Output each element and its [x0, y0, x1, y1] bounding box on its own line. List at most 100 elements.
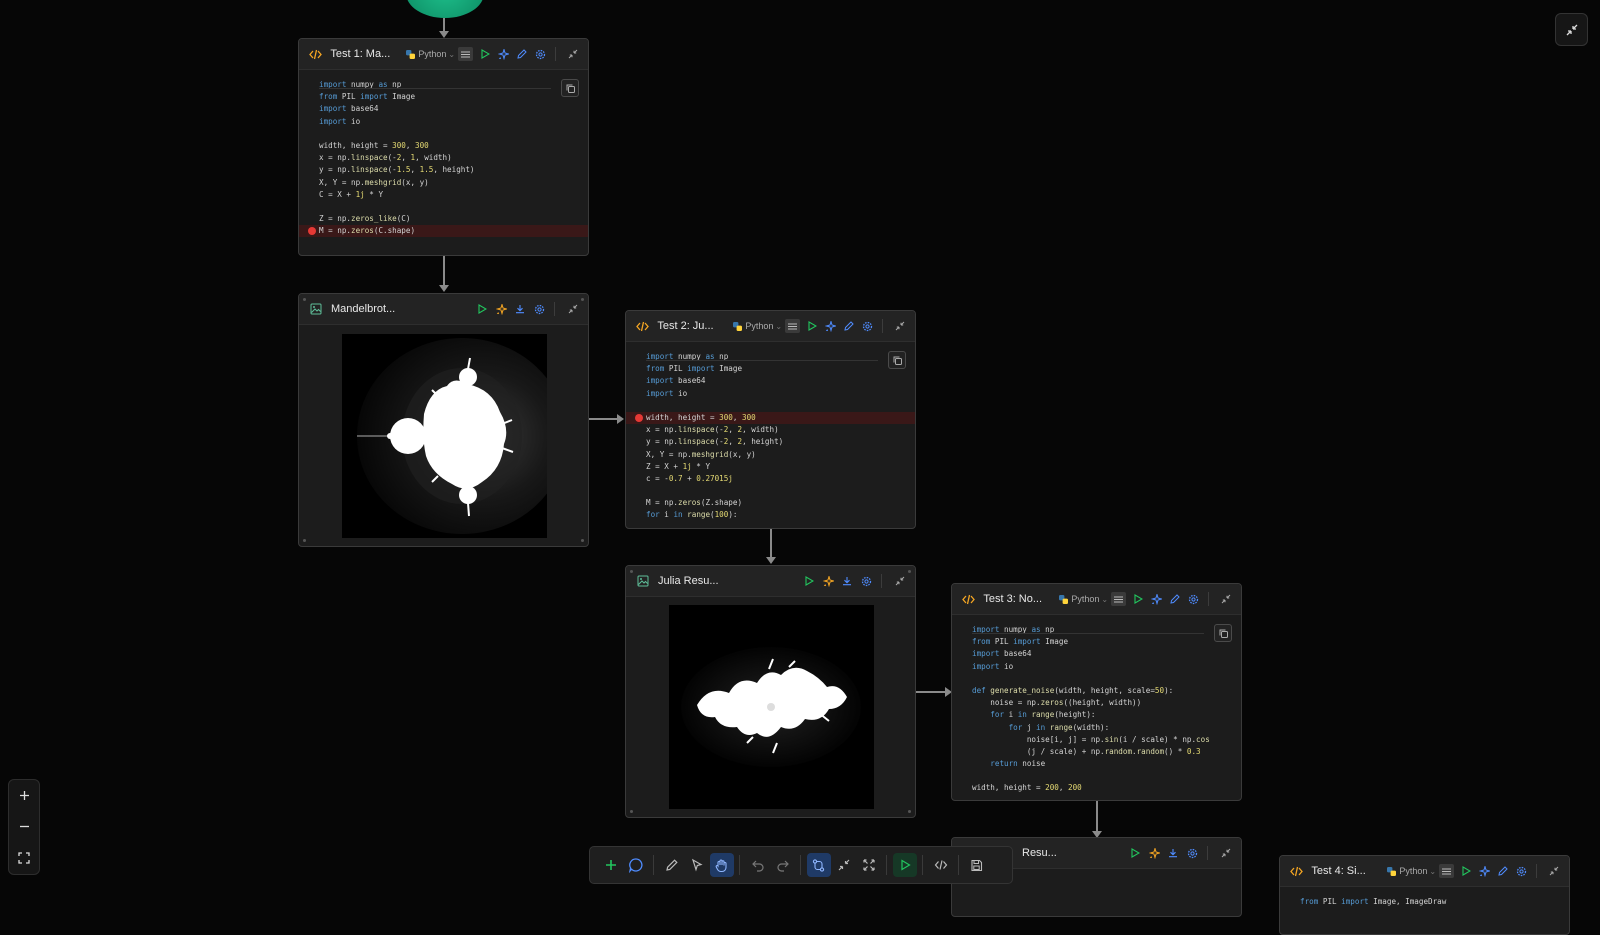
outline-list-icon[interactable] [1439, 864, 1455, 878]
code-line[interactable]: import io [319, 116, 578, 128]
code-line[interactable]: for i in range(height): [972, 709, 1231, 721]
code-line[interactable]: C = X + 1j * Y [319, 189, 578, 201]
collapse-node-icon[interactable] [893, 574, 907, 588]
code-line[interactable]: import base64 [972, 648, 1231, 660]
code-line[interactable]: return noise [972, 758, 1231, 770]
run-all-button[interactable] [892, 853, 917, 877]
node-title[interactable]: Test 1: Ma... [330, 48, 392, 60]
edit-icon[interactable] [1496, 864, 1509, 878]
add-node-button[interactable] [599, 853, 623, 877]
node-title[interactable]: Julia Resu... [658, 575, 720, 587]
code-line[interactable]: y = np.linspace(-2, 2, height) [646, 436, 905, 448]
code-line[interactable]: (j / scale) + np.random.random() * 0.3 [972, 746, 1231, 758]
code-editor[interactable]: import numpy as np from PIL import Image i… [626, 342, 915, 528]
ai-sparkle-icon[interactable] [1147, 846, 1161, 860]
node-header[interactable]: Test 1: Ma... Python ⌄ [299, 39, 588, 70]
run-icon[interactable] [1459, 864, 1472, 878]
code-line[interactable]: M = np.zeros(Z.shape) [646, 497, 905, 509]
run-icon[interactable] [1128, 846, 1142, 860]
code-line[interactable]: import base64 [319, 103, 578, 115]
settings-gear-icon[interactable] [1185, 846, 1199, 860]
settings-gear-icon[interactable] [1514, 864, 1527, 878]
node-title[interactable]: Test 3: No... [983, 593, 1045, 605]
comment-button[interactable] [624, 853, 648, 877]
settings-gear-icon[interactable] [860, 319, 873, 333]
ai-sparkle-icon[interactable] [821, 574, 835, 588]
code-line[interactable]: noise[i, j] = np.sin(i / scale) * np.cos [972, 734, 1231, 746]
language-selector[interactable]: Python ⌄ [1387, 866, 1436, 876]
copy-code-icon[interactable] [1214, 624, 1232, 642]
code-line[interactable]: from PIL import Image [646, 363, 905, 375]
node-title[interactable]: Resu... [1022, 847, 1084, 859]
code-line[interactable]: import numpy as np [972, 624, 1231, 636]
code-line[interactable]: x = np.linspace(-2, 2, width) [646, 424, 905, 436]
code-line[interactable]: Z = X + 1j * Y [646, 461, 905, 473]
outline-list-icon[interactable] [785, 319, 801, 333]
image-node-mandelbrot[interactable]: Mandelbrot... [298, 293, 589, 547]
settings-gear-icon[interactable] [533, 47, 546, 61]
draw-pencil-button[interactable] [660, 853, 684, 877]
run-icon[interactable] [478, 47, 491, 61]
code-node-test4[interactable]: Test 4: Si... Python ⌄ from PIL import I… [1279, 855, 1570, 935]
code-line[interactable]: def generate_noise(width, height, scale=… [972, 685, 1231, 697]
code-line[interactable]: y = np.linspace(-1.5, 1.5, height) [319, 164, 578, 176]
settings-gear-icon[interactable] [532, 302, 546, 316]
run-icon[interactable] [805, 319, 818, 333]
code-line[interactable]: from PIL import Image [319, 91, 578, 103]
code-line[interactable]: X, Y = np.meshgrid(x, y) [646, 449, 905, 461]
collapse-node-icon[interactable] [894, 319, 907, 333]
edit-icon[interactable] [842, 319, 855, 333]
breakpoint-code-line[interactable]: width, height = 300, 300 [626, 411, 915, 425]
code-line[interactable]: import io [646, 388, 905, 400]
language-selector[interactable]: Python ⌄ [733, 321, 782, 331]
breakpoint-code-line[interactable]: M = np.zeros(C.shape) [299, 225, 588, 238]
code-line[interactable]: x = np.linspace(-2, 1, width) [319, 152, 578, 164]
ai-sparkle-icon[interactable] [1478, 864, 1491, 878]
ai-sparkle-icon[interactable] [824, 319, 837, 333]
connect-edges-button[interactable] [806, 853, 831, 877]
code-line[interactable]: for i in range(100): [646, 509, 905, 521]
outline-list-icon[interactable] [458, 47, 474, 61]
ai-sparkle-icon[interactable] [494, 302, 508, 316]
code-line[interactable]: from PIL import Image [972, 636, 1231, 648]
outline-list-icon[interactable] [1111, 592, 1127, 606]
language-selector[interactable]: Python ⌄ [406, 49, 455, 59]
code-line[interactable] [646, 400, 905, 412]
node-title[interactable]: Test 2: Ju... [657, 320, 719, 332]
code-line[interactable]: Z = np.zeros_like(C) [319, 213, 578, 225]
code-line[interactable] [972, 673, 1231, 685]
copy-code-icon[interactable] [888, 351, 906, 369]
zoom-in-button[interactable] [12, 784, 36, 808]
code-line[interactable]: width, height = 200, 200 [972, 782, 1231, 794]
ai-sparkle-icon[interactable] [1150, 592, 1163, 606]
fit-view-button[interactable] [12, 846, 36, 870]
copy-code-icon[interactable] [561, 79, 579, 97]
code-line[interactable] [319, 201, 578, 213]
run-icon[interactable] [802, 574, 816, 588]
resize-handle[interactable] [908, 810, 911, 813]
resize-handle[interactable] [908, 570, 911, 573]
code-line[interactable]: noise = np.zeros((height, width)) [972, 697, 1231, 709]
settings-gear-icon[interactable] [1186, 592, 1199, 606]
code-line[interactable]: import numpy as np [646, 351, 905, 363]
edit-icon[interactable] [1168, 592, 1181, 606]
start-node[interactable] [406, 0, 484, 18]
image-node-julia[interactable]: Julia Resu... [625, 565, 916, 818]
node-header[interactable]: Mandelbrot... [299, 294, 588, 325]
save-button[interactable] [965, 853, 989, 877]
run-icon[interactable] [475, 302, 489, 316]
code-line[interactable] [646, 485, 905, 497]
code-editor[interactable]: from PIL import Image, ImageDraw [1280, 887, 1569, 934]
code-line[interactable]: width, height = 300, 300 [319, 140, 578, 152]
resize-handle[interactable] [630, 810, 633, 813]
download-icon[interactable] [513, 302, 527, 316]
download-icon[interactable] [840, 574, 854, 588]
resize-handle[interactable] [581, 539, 584, 542]
code-line[interactable]: c = -0.7 + 0.27015j [646, 473, 905, 485]
flow-canvas[interactable]: Test 1: Ma... Python ⌄ import numpy as n… [0, 0, 1600, 935]
undo-button[interactable] [746, 853, 770, 877]
run-icon[interactable] [1131, 592, 1144, 606]
resize-handle[interactable] [630, 570, 633, 573]
download-icon[interactable] [1166, 846, 1180, 860]
collapse-node-icon[interactable] [1548, 864, 1561, 878]
